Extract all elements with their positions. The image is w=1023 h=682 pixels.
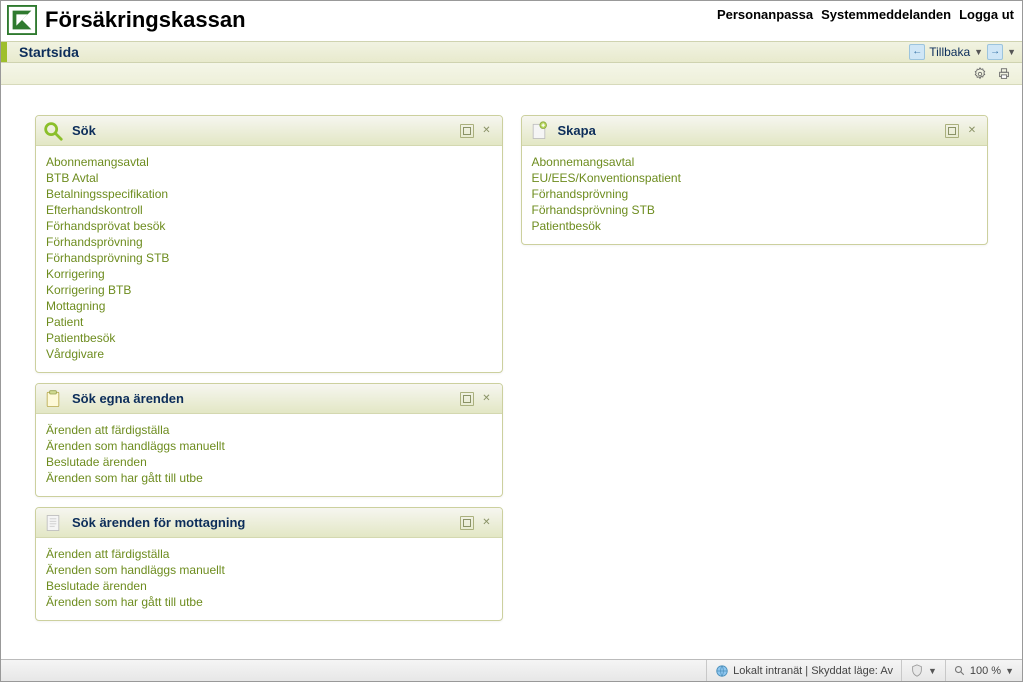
list-item[interactable]: Betalningsspecifikation (46, 186, 492, 202)
status-empty (1, 660, 706, 681)
panel-reception-close[interactable] (480, 516, 494, 530)
panel-reception-minimize[interactable] (460, 516, 474, 530)
back-label[interactable]: Tillbaka (929, 45, 970, 59)
back-group: ← Tillbaka ▼ → ▼ (909, 44, 1016, 60)
reception-list: Ärenden att färdigställaÄrenden som hand… (46, 546, 492, 610)
globe-icon (715, 664, 729, 678)
list-item[interactable]: Ärenden att färdigställa (46, 422, 492, 438)
create-list: AbonnemangsavtalEU/EES/Konventionspatien… (532, 154, 978, 234)
top-bar: Försäkringskassan Personanpassa Systemme… (1, 1, 1022, 41)
status-zone-text: Lokalt intranät | Skyddat läge: Av (733, 665, 893, 677)
new-document-icon (528, 120, 550, 142)
search-icon (42, 120, 64, 142)
panel-create-minimize[interactable] (945, 124, 959, 138)
panel-own-title: Sök egna ärenden (72, 391, 184, 406)
panel-own-minimize[interactable] (460, 392, 474, 406)
print-icon[interactable] (996, 66, 1012, 82)
panel-create: Skapa AbonnemangsavtalEU/EES/Konventions… (521, 115, 989, 245)
list-item[interactable]: Förhandsprövat besök (46, 218, 492, 234)
shield-icon (910, 664, 924, 678)
status-zoom[interactable]: 100 % ▼ (945, 660, 1022, 681)
list-item[interactable]: Ärenden att färdigställa (46, 546, 492, 562)
top-menu: Personanpassa Systemmeddelanden Logga ut (717, 5, 1014, 22)
panel-reception-head: Sök ärenden för mottagning (36, 508, 502, 538)
list-item[interactable]: Patient (46, 314, 492, 330)
list-item[interactable]: Abonnemangsavtal (532, 154, 978, 170)
list-item[interactable]: Abonnemangsavtal (46, 154, 492, 170)
panel-search-title: Sök (72, 123, 96, 138)
document-icon (42, 512, 64, 534)
panel-own-head: Sök egna ärenden (36, 384, 502, 414)
title-strip: Startsida ← Tillbaka ▼ → ▼ (1, 41, 1022, 63)
list-item[interactable]: Förhandsprövning (532, 186, 978, 202)
list-item[interactable]: Beslutade ärenden (46, 578, 492, 594)
panel-reception-title: Sök ärenden för mottagning (72, 515, 245, 530)
list-item[interactable]: Korrigering (46, 266, 492, 282)
main-area: Sök AbonnemangsavtalBTB AvtalBetalningss… (1, 85, 1022, 631)
panel-search-head: Sök (36, 116, 502, 146)
list-item[interactable]: Förhandsprövning STB (46, 250, 492, 266)
clipboard-icon (42, 388, 64, 410)
panel-create-head: Skapa (522, 116, 988, 146)
brand: Försäkringskassan (7, 5, 246, 35)
list-item[interactable]: Ärenden som har gått till utbe (46, 594, 492, 610)
back-dropdown-icon[interactable]: ▼ (974, 47, 983, 57)
list-item[interactable]: Ärenden som handläggs manuellt (46, 562, 492, 578)
menu-personalize[interactable]: Personanpassa (717, 7, 813, 22)
toolbar (1, 63, 1022, 85)
panel-create-title: Skapa (558, 123, 596, 138)
menu-logout[interactable]: Logga ut (959, 7, 1014, 22)
list-item[interactable]: Patientbesök (532, 218, 978, 234)
list-item[interactable]: EU/EES/Konventionspatient (532, 170, 978, 186)
page-title: Startsida (19, 44, 79, 60)
status-bar: Lokalt intranät | Skyddat läge: Av ▼ 100… (1, 659, 1022, 681)
panel-search-minimize[interactable] (460, 124, 474, 138)
list-item[interactable]: Patientbesök (46, 330, 492, 346)
list-item[interactable]: Ärenden som har gått till utbe (46, 470, 492, 486)
status-security[interactable]: ▼ (901, 660, 945, 681)
panel-search: Sök AbonnemangsavtalBTB AvtalBetalningss… (35, 115, 503, 373)
list-item[interactable]: Efterhandskontroll (46, 202, 492, 218)
panel-search-close[interactable] (480, 124, 494, 138)
list-item[interactable]: Korrigering BTB (46, 282, 492, 298)
zoom-value: 100 % (970, 665, 1001, 677)
brand-logo (7, 5, 37, 35)
panel-own-cases: Sök egna ärenden Ärenden att färdigställ… (35, 383, 503, 497)
list-item[interactable]: Vårdgivare (46, 346, 492, 362)
list-item[interactable]: Ärenden som handläggs manuellt (46, 438, 492, 454)
list-item[interactable]: Förhandsprövning (46, 234, 492, 250)
panel-create-close[interactable] (965, 124, 979, 138)
list-item[interactable]: Förhandsprövning STB (532, 202, 978, 218)
status-zone: Lokalt intranät | Skyddat läge: Av (706, 660, 901, 681)
left-column: Sök AbonnemangsavtalBTB AvtalBetalningss… (35, 115, 503, 621)
list-item[interactable]: Beslutade ärenden (46, 454, 492, 470)
right-column: Skapa AbonnemangsavtalEU/EES/Konventions… (521, 115, 989, 621)
panel-reception-cases: Sök ärenden för mottagning Ärenden att f… (35, 507, 503, 621)
brand-name: Försäkringskassan (45, 7, 246, 33)
back-icon[interactable]: ← (909, 44, 925, 60)
list-item[interactable]: BTB Avtal (46, 170, 492, 186)
forward-icon[interactable]: → (987, 44, 1003, 60)
list-item[interactable]: Mottagning (46, 298, 492, 314)
search-list: AbonnemangsavtalBTB AvtalBetalningsspeci… (46, 154, 492, 362)
forward-dropdown-icon[interactable]: ▼ (1007, 47, 1016, 57)
own-list: Ärenden att färdigställaÄrenden som hand… (46, 422, 492, 486)
zoom-icon (954, 665, 966, 677)
panel-own-close[interactable] (480, 392, 494, 406)
settings-icon[interactable] (972, 66, 988, 82)
menu-system-messages[interactable]: Systemmeddelanden (821, 7, 951, 22)
